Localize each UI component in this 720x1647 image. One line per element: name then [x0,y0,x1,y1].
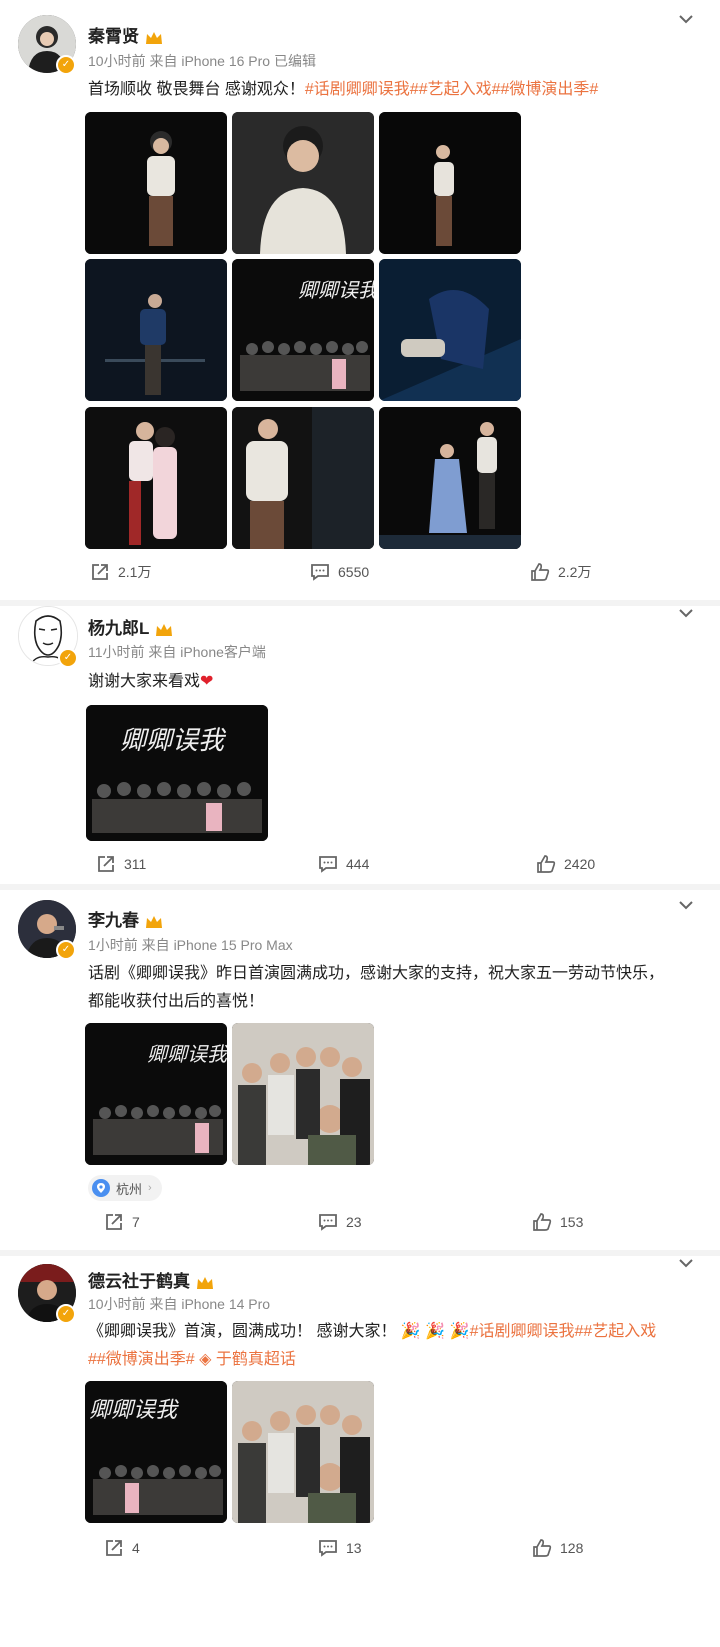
post-image-1[interactable] [85,112,227,254]
post-image-9[interactable] [379,407,521,549]
chevron-down-icon[interactable] [678,14,694,24]
post-image-2[interactable] [232,1023,374,1165]
username[interactable]: 杨九郎L [88,614,174,639]
verified-badge-icon: ✓ [56,1304,76,1324]
chevron-down-icon[interactable] [678,608,694,618]
post-text: 话剧《卿卿误我》昨日首演圆满成功，感谢大家的支持，祝大家五一劳动节快乐， 都能收… [88,960,718,1016]
post-image-1[interactable]: 卿卿误我 [85,1381,227,1523]
comment-icon [319,1540,337,1557]
post-actions: 7 23 153 [0,1210,720,1234]
post-image-2[interactable] [232,1381,374,1523]
post-image-5[interactable]: 卿卿误我 [232,259,374,401]
comment-count: 444 [346,856,370,872]
like-count: 2.2万 [558,564,592,580]
repost-count: 7 [132,1214,140,1230]
party-popper-icon: 🎉 🎉 🎉 [400,1323,470,1340]
comment-count: 13 [346,1540,362,1556]
comment-button[interactable]: 13 [318,1536,362,1560]
post-meta: 10小时前 来自 iPhone 14 Pro [88,1296,271,1312]
weibo-post-2: ✓ 杨九郎L 11小时前 来自 iPhone客户端 谢谢大家来看戏❤ 卿卿误我 … [0,606,720,884]
repost-count: 2.1万 [118,564,152,580]
post-image-2[interactable] [232,112,374,254]
username[interactable]: 德云社于鹤真 [88,1267,215,1292]
like-button[interactable]: 2420 [536,852,595,876]
post-image-1[interactable]: 卿卿误我 [86,705,268,841]
location-pin-icon [92,1179,110,1197]
like-button[interactable]: 2.2万 [530,560,591,584]
crown-icon [156,623,173,636]
post-meta: 10小时前 来自 iPhone 16 Pro 已编辑 [88,53,316,69]
comment-icon [311,564,329,581]
chevron-down-icon[interactable] [678,900,694,910]
post-image-4[interactable] [85,259,227,401]
username[interactable]: 李九春 [88,906,164,931]
comment-button[interactable]: 444 [318,852,369,876]
repost-icon [92,564,108,580]
post-image-1[interactable]: 卿卿误我 [85,1023,227,1165]
crown-icon [197,1276,213,1289]
supertopic-link[interactable]: ◈ 于鹤真超话 [199,1351,296,1368]
hashtag-link[interactable]: #话剧卿卿误我##艺起入戏 [470,1323,657,1340]
weibo-post-3: ✓ 李九春 1小时前 来自 iPhone 15 Pro Max 话剧《卿卿误我》… [0,890,720,1250]
chevron-down-icon[interactable] [678,1258,694,1268]
location-tag[interactable]: 杭州 › [88,1175,162,1201]
thumbs-up-icon [531,563,550,581]
post-text-line: 都能收获付出后的喜悦！ [88,993,265,1010]
supertopic-icon: ◈ [199,1351,212,1368]
repost-icon [106,1214,122,1230]
image-caption: 卿卿误我 [298,278,374,302]
username[interactable]: 秦霄贤 [88,22,164,47]
verified-badge-icon: ✓ [56,55,76,75]
post-text-line: 话剧《卿卿误我》昨日首演圆满成功，感谢大家的支持，祝大家五一劳动节快乐， [88,965,665,982]
post-text: 首场顺收 敬畏舞台 感谢观众！#话剧卿卿误我##艺起入戏##微博演出季# [88,81,599,98]
heart-icon: ❤ [200,673,214,690]
post-meta: 11小时前 来自 iPhone客户端 [88,644,266,660]
hashtag-link[interactable]: ##微博演出季# [88,1351,199,1368]
post-image-6[interactable] [379,259,521,401]
weibo-post-1: ✓ 秦霄贤 10小时前 来自 iPhone 16 Pro 已编辑 首场顺收 敬畏… [0,0,720,600]
repost-icon [106,1540,122,1556]
thumbs-up-icon [537,855,556,873]
repost-button[interactable]: 2.1万 [90,560,151,584]
location-label: 杭州 [116,1181,143,1197]
like-count: 153 [560,1214,584,1230]
image-caption: 卿卿误我 [89,1398,179,1423]
repost-button[interactable]: 4 [104,1536,140,1560]
repost-button[interactable]: 7 [104,1210,140,1234]
hashtag-link[interactable]: #话剧卿卿误我##艺起入戏##微博演出季# [305,81,598,98]
comment-icon [319,856,337,873]
crown-icon [146,915,162,928]
repost-count: 4 [132,1540,140,1556]
post-actions: 4 13 128 [0,1536,720,1560]
post-meta: 1小时前 来自 iPhone 15 Pro Max [88,937,293,953]
comment-button[interactable]: 23 [318,1210,362,1234]
image-caption: 卿卿误我 [120,726,227,756]
repost-button[interactable]: 311 [96,852,146,876]
weibo-post-4: ✓ 德云社于鹤真 10小时前 来自 iPhone 14 Pro 《卿卿误我》首演… [0,1256,720,1647]
post-image-7[interactable] [85,407,227,549]
post-actions: 311 444 2420 [0,852,720,876]
like-button[interactable]: 153 [532,1210,583,1234]
repost-icon [98,856,114,872]
thumbs-up-icon [533,1213,552,1231]
verified-badge-icon: ✓ [56,940,76,960]
like-count: 128 [560,1540,584,1556]
post-image-8[interactable] [232,407,374,549]
thumbs-up-icon [533,1539,552,1557]
comment-count: 6550 [338,564,370,580]
verified-badge-icon: ✓ [58,648,78,668]
comment-button[interactable]: 6550 [310,560,369,584]
post-text: 《卿卿误我》首演，圆满成功！ 感谢大家！ 🎉 🎉 🎉#话剧卿卿误我##艺起入戏 … [88,1323,657,1368]
chevron-right-icon: › [148,1182,152,1194]
post-actions: 2.1万 6550 2.2万 [0,560,720,584]
comment-icon [319,1214,337,1231]
post-text: 谢谢大家来看戏❤ [88,673,214,690]
like-count: 2420 [564,856,596,872]
crown-icon [146,31,162,44]
comment-count: 23 [346,1214,362,1230]
image-caption: 卿卿误我 [147,1042,227,1066]
repost-count: 311 [124,856,147,872]
post-image-3[interactable] [379,112,521,254]
like-button[interactable]: 128 [532,1536,583,1560]
